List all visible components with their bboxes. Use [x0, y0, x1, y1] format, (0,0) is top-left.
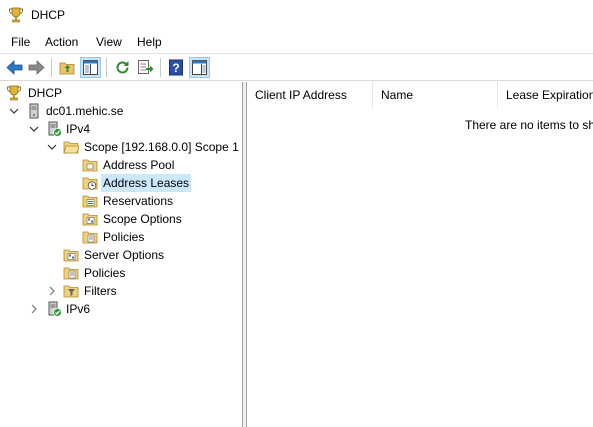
tree-item-ipv6[interactable]: IPv6	[0, 300, 240, 318]
dhcp-app-icon	[9, 7, 23, 23]
server-icon	[29, 103, 39, 119]
empty-list-message: There are no items to show in this view.	[465, 118, 593, 132]
action-pane-icon	[192, 60, 207, 75]
help-button[interactable]: ?	[166, 57, 187, 78]
list-header: Client IP Address Name Lease Expiration	[247, 82, 593, 108]
tree-label: Scope [192.168.0.0] Scope 1	[84, 140, 239, 154]
show-hide-console-tree-button[interactable]	[80, 57, 101, 78]
toolbar-separator	[106, 58, 107, 77]
show-hide-tree-icon	[83, 60, 98, 75]
help-icon: ?	[169, 59, 183, 76]
back-arrow-icon	[6, 60, 23, 75]
chevron-down-icon[interactable]	[8, 102, 20, 120]
refresh-button[interactable]	[112, 57, 133, 78]
tree-item-filters[interactable]: Filters	[0, 282, 240, 300]
ipv4-server-icon	[48, 121, 62, 137]
address-leases-icon	[82, 177, 98, 190]
column-name[interactable]: Name	[373, 82, 498, 108]
tree-item-policies[interactable]: Policies	[0, 264, 240, 282]
chevron-down-icon[interactable]	[46, 138, 58, 156]
tree-item-address-pool[interactable]: Address Pool	[0, 156, 240, 174]
tree-label: IPv4	[66, 122, 91, 136]
tree-item-dhcp[interactable]: DHCP	[0, 84, 240, 102]
export-list-button[interactable]	[135, 57, 156, 78]
tree-label: Server Options	[84, 248, 165, 262]
tree-item-scope-policies[interactable]: Policies	[0, 228, 240, 246]
menu-help[interactable]: Help	[137, 35, 162, 49]
chevron-right-icon[interactable]	[28, 300, 40, 318]
menu-bar: File Action View Help	[0, 31, 593, 53]
tree-label: Policies	[103, 230, 145, 244]
policies-icon	[82, 231, 98, 244]
menu-action[interactable]: Action	[45, 35, 78, 49]
tree-label: Scope Options	[103, 212, 182, 226]
forward-button[interactable]	[26, 57, 47, 78]
dhcp-icon	[7, 85, 21, 101]
up-folder-icon	[59, 62, 75, 75]
tree-item-server-options[interactable]: Server Options	[0, 246, 240, 264]
ipv6-server-icon	[48, 301, 62, 317]
back-button[interactable]	[4, 57, 25, 78]
chevron-right-icon[interactable]	[46, 282, 58, 300]
show-hide-action-pane-button[interactable]	[189, 57, 210, 78]
console-tree[interactable]: DHCP dc01.mehic.se IPv4 Scope [192.168.0…	[0, 82, 243, 427]
tree-item-scope[interactable]: Scope [192.168.0.0] Scope 1	[0, 138, 240, 156]
window-title: DHCP	[31, 8, 66, 22]
scope-options-icon	[82, 213, 98, 226]
tree-label: Policies	[84, 266, 126, 280]
toolbar-separator	[160, 58, 161, 77]
tree-item-address-leases[interactable]: Address Leases	[0, 174, 240, 192]
refresh-icon	[116, 61, 129, 74]
title-bar: DHCP	[0, 0, 593, 31]
tree-label: Filters	[84, 284, 117, 298]
tree-label: dc01.mehic.se	[46, 104, 124, 118]
toolbar-separator	[51, 58, 52, 77]
policies-icon	[63, 267, 79, 280]
tree-item-ipv4[interactable]: IPv4	[0, 120, 240, 138]
tree-item-scope-options[interactable]: Scope Options	[0, 210, 240, 228]
tree-label: Address Pool	[103, 158, 175, 172]
export-list-icon	[138, 60, 154, 74]
menu-view[interactable]: View	[96, 35, 122, 49]
folder-open-icon	[63, 141, 79, 154]
tree-item-server[interactable]: dc01.mehic.se	[0, 102, 240, 120]
tree-label: DHCP	[28, 86, 63, 100]
server-options-icon	[63, 249, 79, 262]
menu-file[interactable]: File	[11, 35, 30, 49]
reservations-icon	[82, 195, 98, 208]
up-one-level-button[interactable]	[57, 57, 78, 78]
column-lease-expiration[interactable]: Lease Expiration	[498, 82, 593, 108]
toolbar: ?	[0, 53, 593, 81]
tree-item-reservations[interactable]: Reservations	[0, 192, 240, 210]
svg-text:?: ?	[172, 61, 179, 75]
address-pool-icon	[82, 159, 98, 172]
filters-icon	[63, 285, 79, 298]
column-client-ip-address[interactable]: Client IP Address	[247, 82, 373, 108]
tree-label: Address Leases	[101, 174, 192, 192]
forward-arrow-icon	[28, 60, 45, 75]
tree-label: IPv6	[66, 302, 91, 316]
results-list-view[interactable]: Client IP Address Name Lease Expiration …	[246, 82, 593, 427]
chevron-down-icon[interactable]	[28, 120, 40, 138]
tree-label: Reservations	[103, 194, 174, 208]
